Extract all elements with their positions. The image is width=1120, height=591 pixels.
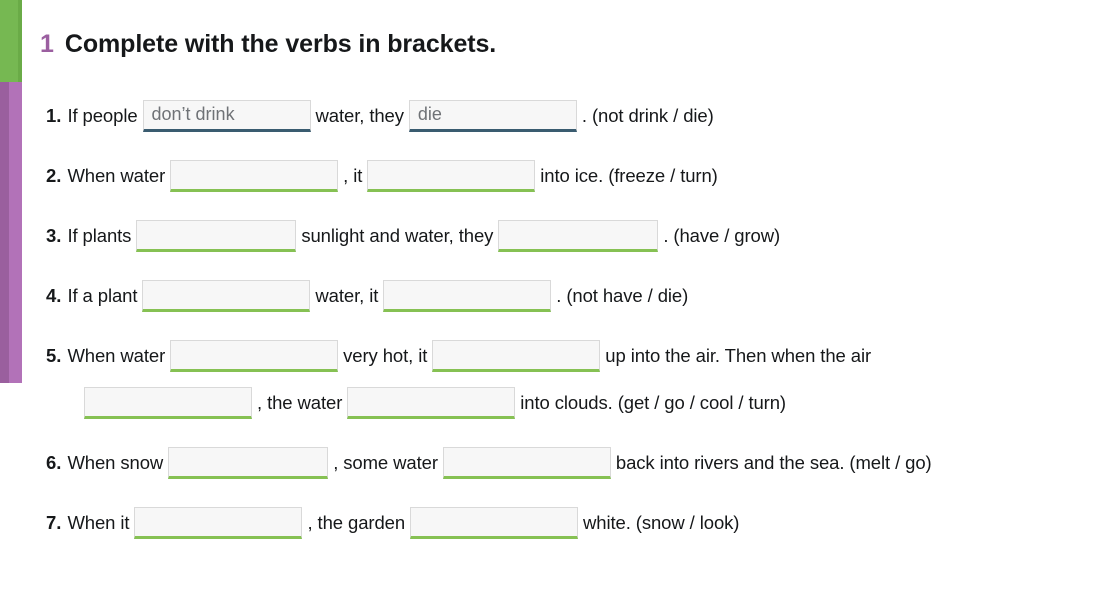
purple-accent-bar [0,82,22,383]
exercise-line: , the water into clouds. (get / go / cool… [46,379,1112,426]
answer-blank-input[interactable] [410,506,579,539]
answer-blank-input[interactable] [408,99,577,132]
exercise-heading: 1 Complete with the verbs in brackets. [40,30,496,59]
worksheet-page: 1 Complete with the verbs in brackets. 1… [0,0,1120,591]
answer-blank-input[interactable] [498,219,659,252]
answer-blank-input[interactable] [170,339,339,372]
answer-blank-input[interactable] [84,386,252,419]
answer-blank-input[interactable] [442,446,611,479]
exercise-number: 1 [40,30,54,58]
sentence-text: When water [67,164,166,186]
exercise-line: 5. When water very hot, it up into the air.… [46,332,1112,379]
sentence-text: . (not have / die) [556,284,689,306]
sentence-text: . (have / grow) [663,224,781,246]
answer-blank-input[interactable] [142,99,311,132]
sentence-text: into clouds. (get / go / cool / turn) [520,391,786,413]
exercise-item: 7. When it , the garden white. (snow / look… [46,499,1112,546]
answer-blank-input[interactable] [168,446,329,479]
exercise-line: 3. If plants sunlight and water, they . (ha… [46,212,1112,259]
exercise-line: 1.If people water, they . (not drink / die… [46,92,1112,139]
answer-blank-input[interactable] [432,339,601,372]
answer-blank-input[interactable] [367,159,536,192]
exercise-item: 5. When water very hot, it up into the air.… [46,332,1112,426]
exercise-line: 4. If a plant water, it . (not have / die) [46,272,1112,319]
sentence-text: water, it [315,284,379,306]
sentence-text: If a plant [67,284,138,306]
sentence-text: When it [67,511,130,533]
item-number: 4. [46,284,62,306]
item-number: 3. [46,224,62,246]
green-accent-bar [0,0,22,82]
item-number: 6. [46,451,62,473]
sentence-text: back into rivers and the sea. (melt / go… [615,451,932,473]
exercise-item: 3. If plants sunlight and water, they . (ha… [46,212,1112,259]
answer-blank-input[interactable] [347,386,516,419]
exercise-item: 4. If a plant water, it . (not have / die) [46,272,1112,319]
exercise-item: 1.If people water, they . (not drink / die… [46,92,1112,139]
exercise-line: 7. When it , the garden white. (snow / look… [46,499,1112,546]
sentence-text: When snow [67,451,164,473]
item-number: 1. [46,104,62,126]
page-title: Complete with the verbs in brackets. [64,30,497,58]
item-number: 2. [46,164,62,186]
exercise-item: 6. When snow , some water back into rivers … [46,439,1112,486]
answer-blank-input[interactable] [142,279,311,312]
sentence-text: If people [67,104,138,126]
sentence-text: , the water [257,391,343,413]
sentence-text: When water [67,344,166,366]
sentence-text: . (not drink / die) [581,104,714,126]
answer-blank-input[interactable] [136,219,297,252]
sentence-text: , it [343,164,363,186]
sentence-text: white. (snow / look) [583,511,740,533]
item-number: 7. [46,511,62,533]
sentence-text: If plants [67,224,132,246]
sentence-text: , the garden [307,511,406,533]
sentence-text: up into the air. Then when the air [605,344,872,366]
answer-blank-input[interactable] [383,279,552,312]
answer-blank-input[interactable] [170,159,339,192]
sentence-text: , some water [333,451,438,473]
exercise-item: 2. When water , it into ice. (freeze / turn… [46,152,1112,199]
exercise-line: 2. When water , it into ice. (freeze / turn… [46,152,1112,199]
answer-blank-input[interactable] [134,506,303,539]
exercise-item-list: 1.If people water, they . (not drink / die… [46,92,1112,559]
sentence-text: sunlight and water, they [301,224,494,246]
item-number: 5. [46,344,62,366]
sentence-text: into ice. (freeze / turn) [540,164,718,186]
sentence-text: water, they [315,104,404,126]
sentence-text: very hot, it [343,344,428,366]
exercise-line: 6. When snow , some water back into rivers … [46,439,1112,486]
